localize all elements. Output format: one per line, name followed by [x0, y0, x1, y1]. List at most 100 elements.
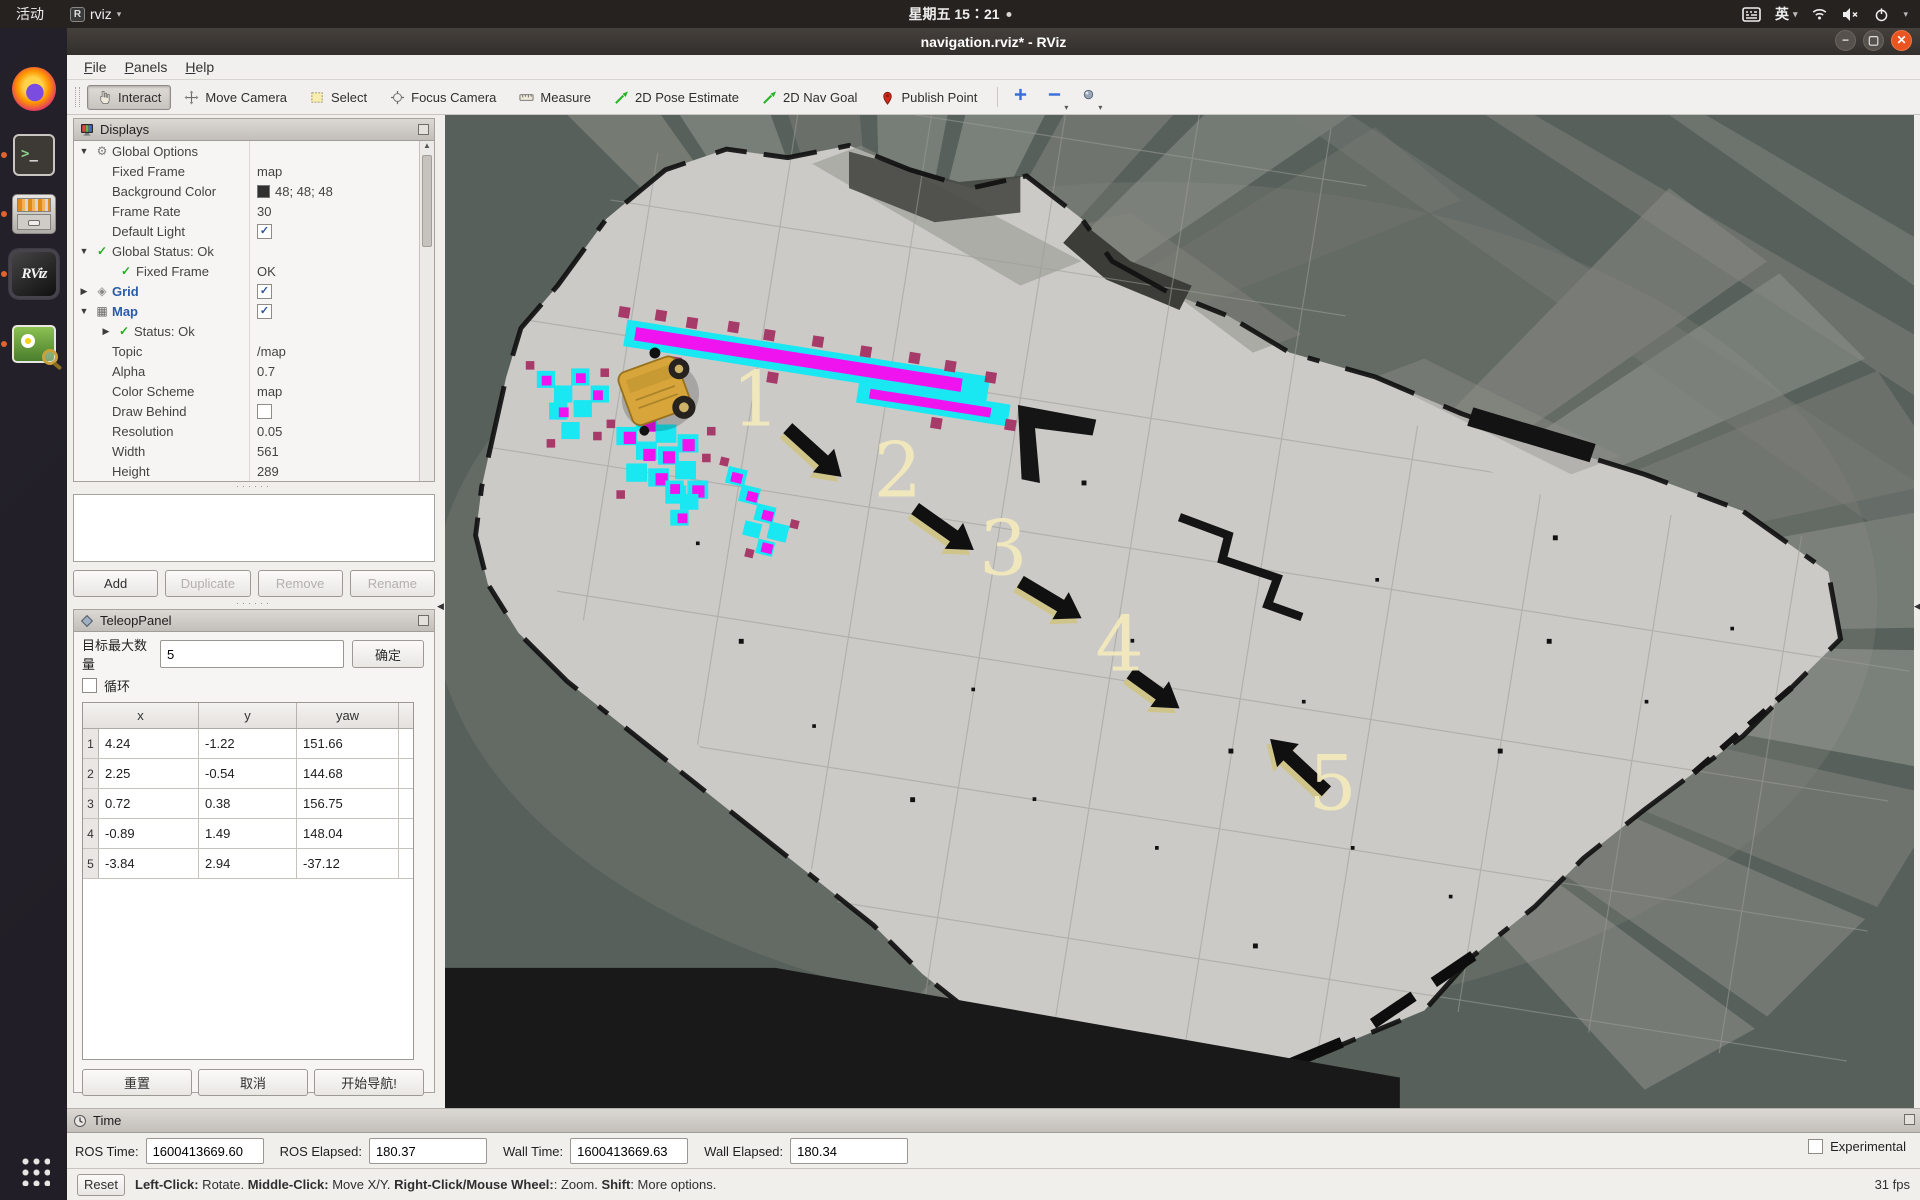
property-value[interactable]: ✓ — [250, 224, 434, 239]
checkbox[interactable]: ✓ — [257, 304, 272, 319]
tool-move-camera[interactable]: Move Camera — [174, 85, 297, 110]
close-button[interactable]: ✕ — [1891, 30, 1912, 51]
collapse-icon[interactable]: ▼ — [76, 306, 92, 316]
right-panel-handle[interactable]: ◀ — [1914, 115, 1920, 1108]
checkbox[interactable]: ✓ — [257, 224, 272, 239]
time-panel-header[interactable]: Time — [67, 1109, 1920, 1133]
time-field-input[interactable] — [369, 1138, 487, 1164]
panel-splitter[interactable]: ◀ — [437, 115, 445, 1108]
minimize-button[interactable]: − — [1835, 30, 1856, 51]
max-goals-input[interactable] — [160, 640, 344, 668]
scrollbar-thumb[interactable] — [422, 155, 432, 247]
property-value[interactable]: ✓ — [250, 304, 434, 319]
time-field-input[interactable] — [790, 1138, 908, 1164]
property-value[interactable] — [250, 404, 434, 419]
goal-row-3[interactable]: 30.720.38156.75 — [83, 789, 413, 819]
dock-item-firefox[interactable] — [9, 64, 59, 114]
property-value[interactable]: 30 — [250, 204, 434, 219]
keyboard-indicator-icon[interactable] — [1742, 7, 1761, 22]
chevron-down-icon[interactable]: ▾ — [1903, 9, 1908, 20]
goal-cell-y[interactable]: -1.22 — [199, 729, 297, 758]
menu-item-panels[interactable]: Panels — [116, 55, 177, 79]
property-value[interactable]: map — [250, 384, 434, 399]
goal-cell-yaw[interactable]: 156.75 — [297, 789, 399, 818]
goal-cell-x[interactable]: 4.24 — [99, 729, 199, 758]
tool-interact[interactable]: Interact — [87, 85, 171, 110]
loop-checkbox[interactable] — [82, 678, 97, 693]
menu-item-file[interactable]: File — [75, 55, 116, 79]
app-menu[interactable]: R rviz ▾ — [60, 0, 131, 28]
title-bar[interactable]: navigation.rviz* - RViz − ▢ ✕ — [67, 28, 1920, 55]
column-header-y[interactable]: y — [199, 703, 297, 728]
volume-muted-icon[interactable] — [1842, 7, 1860, 22]
show-applications-button[interactable] — [19, 1155, 50, 1186]
checkbox[interactable] — [257, 404, 272, 419]
tool-focus-camera[interactable]: Focus Camera — [380, 85, 506, 110]
property-value[interactable]: 48; 48; 48 — [250, 184, 434, 199]
goal-cell-y[interactable]: 1.49 — [199, 819, 297, 848]
tree-row-alpha[interactable]: Alpha0.7 — [74, 361, 434, 381]
collapse-right-icon[interactable]: ◀ — [1914, 601, 1920, 612]
input-method-indicator[interactable]: 英 ▾ — [1775, 4, 1798, 24]
goal-cell-yaw[interactable]: 144.68 — [297, 759, 399, 788]
checkbox[interactable]: ✓ — [257, 284, 272, 299]
goal-row-2[interactable]: 22.25-0.54144.68 — [83, 759, 413, 789]
time-field-input[interactable] — [570, 1138, 688, 1164]
splitter-handle[interactable]: ······ — [73, 484, 435, 492]
experimental-checkbox[interactable]: Experimental — [1808, 1139, 1906, 1154]
property-value[interactable]: 0.05 — [250, 424, 434, 439]
teleop-panel-header[interactable]: TeleopPanel — [74, 610, 434, 632]
tree-row-global-options[interactable]: ▼⚙Global Options — [74, 141, 434, 161]
reset-goals-button[interactable]: 重置 — [82, 1069, 192, 1096]
activities-button[interactable]: 活动 — [0, 0, 60, 28]
rename-button[interactable]: Rename — [350, 570, 435, 597]
tool-publish-point[interactable]: Publish Point — [870, 85, 987, 110]
tree-row-color-scheme[interactable]: Color Schememap — [74, 381, 434, 401]
splitter-handle[interactable]: ······ — [73, 601, 435, 609]
goal-cell-x[interactable]: -3.84 — [99, 849, 199, 878]
goals-table[interactable]: xyyaw 14.24-1.22151.6622.25-0.54144.6830… — [82, 702, 414, 1060]
tree-row-width[interactable]: Width561 — [74, 441, 434, 461]
goal-cell-yaw[interactable]: -37.12 — [297, 849, 399, 878]
float-panel-button[interactable] — [418, 124, 429, 135]
float-panel-button[interactable] — [418, 615, 429, 626]
goal-row-5[interactable]: 5-3.842.94-37.12 — [83, 849, 413, 879]
tree-row-fixed-frame[interactable]: ✓Fixed FrameOK — [74, 261, 434, 281]
goal-cell-y[interactable]: -0.54 — [199, 759, 297, 788]
collapse-left-icon[interactable]: ◀ — [437, 601, 444, 612]
goal-cell-y[interactable]: 0.38 — [199, 789, 297, 818]
dock-item-archive-manager[interactable] — [9, 189, 59, 239]
tool-2d-pose-estimate[interactable]: 2D Pose Estimate — [604, 85, 749, 110]
tree-row-fixed-frame[interactable]: Fixed Framemap — [74, 161, 434, 181]
minus-button[interactable]: ▾ — [1042, 85, 1066, 109]
goal-row-1[interactable]: 14.24-1.22151.66 — [83, 729, 413, 759]
tree-scrollbar[interactable]: ▲ — [419, 141, 434, 481]
property-value[interactable]: 289 — [250, 464, 434, 479]
tree-row-topic[interactable]: Topic/map — [74, 341, 434, 361]
power-icon[interactable] — [1874, 7, 1889, 22]
property-value[interactable]: ✓ — [250, 284, 434, 299]
goal-row-4[interactable]: 4-0.891.49148.04 — [83, 819, 413, 849]
tree-row-background-color[interactable]: Background Color48; 48; 48 — [74, 181, 434, 201]
add-button[interactable]: Add — [73, 570, 158, 597]
tree-row-height[interactable]: Height289 — [74, 461, 434, 481]
confirm-button[interactable]: 确定 — [352, 640, 424, 668]
expand-icon[interactable]: ▶ — [76, 286, 92, 297]
property-value[interactable]: map — [250, 164, 434, 179]
collapse-icon[interactable]: ▼ — [76, 246, 92, 256]
cancel-button[interactable]: 取消 — [198, 1069, 308, 1096]
goal-cell-y[interactable]: 2.94 — [199, 849, 297, 878]
tree-row-status-ok[interactable]: ▶✓Status: Ok — [74, 321, 434, 341]
tree-row-frame-rate[interactable]: Frame Rate30 — [74, 201, 434, 221]
tree-row-resolution[interactable]: Resolution0.05 — [74, 421, 434, 441]
tree-row-draw-behind[interactable]: Draw Behind — [74, 401, 434, 421]
toolbar-grip[interactable] — [75, 87, 80, 107]
reset-time-button[interactable]: Reset — [77, 1174, 125, 1196]
property-value[interactable]: /map — [250, 344, 434, 359]
property-value[interactable]: 0.7 — [250, 364, 434, 379]
checkbox[interactable] — [1808, 1139, 1823, 1154]
orbit-button[interactable]: ▾ — [1076, 85, 1100, 109]
remove-button[interactable]: Remove — [258, 570, 343, 597]
clock[interactable]: 星期五 15∶21 — [908, 4, 1011, 24]
tool-measure[interactable]: Measure — [509, 85, 601, 110]
